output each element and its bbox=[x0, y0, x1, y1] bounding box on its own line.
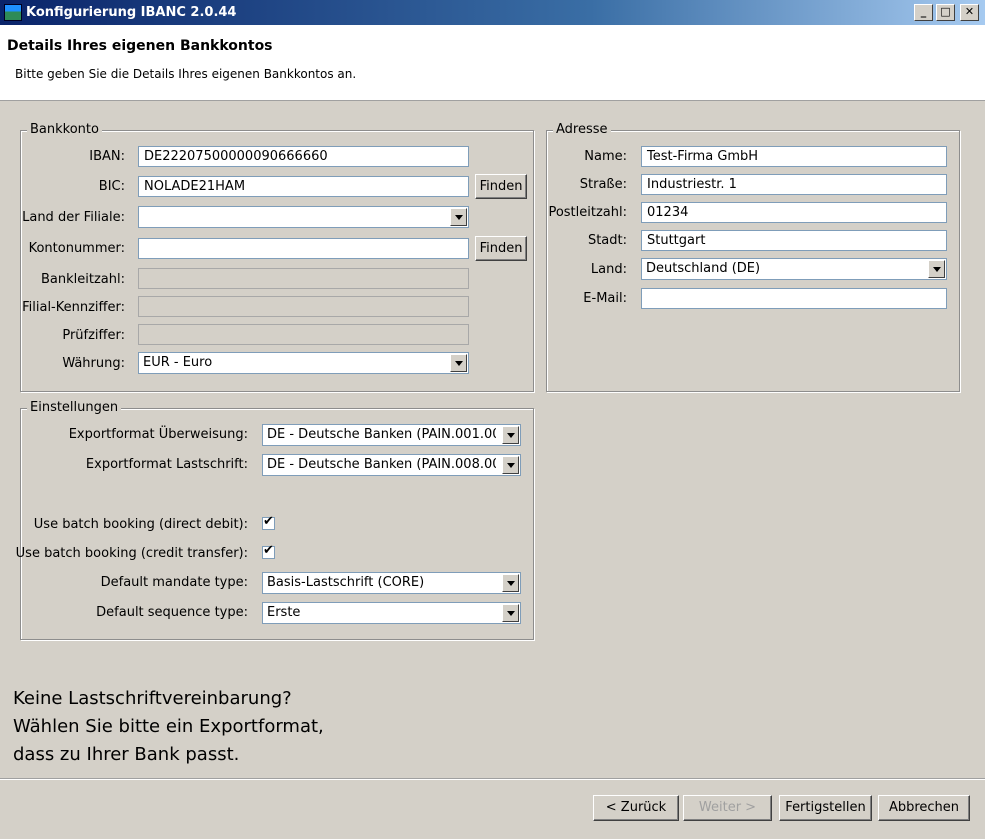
bankkonto-legend: Bankkonto bbox=[27, 122, 102, 137]
postleitzahl-label: Postleitzahl: bbox=[548, 205, 627, 220]
filial-kennziffer-label: Filial-Kennziffer: bbox=[22, 300, 125, 315]
waehrung-select[interactable]: EUR - Euro bbox=[138, 352, 469, 374]
mandate-label: Default mandate type: bbox=[100, 575, 248, 590]
hint-line-1: Keine Lastschriftvereinbarung? bbox=[13, 688, 292, 709]
export-format-hint: Keine Lastschriftvereinbarung? Wählen Si… bbox=[13, 685, 324, 769]
einstellungen-legend: Einstellungen bbox=[27, 400, 122, 415]
export-lastschrift-label: Exportformat Lastschrift: bbox=[85, 457, 248, 472]
chevron-down-icon[interactable] bbox=[450, 208, 467, 226]
export-ueberweisung-label: Exportformat Überweisung: bbox=[68, 427, 248, 442]
sequence-value: Erste bbox=[267, 605, 301, 620]
waehrung-value: EUR - Euro bbox=[143, 355, 213, 370]
export-lastschrift-value: DE - Deutsche Banken (PAIN.008.002.02) bbox=[267, 457, 496, 472]
sequence-select[interactable]: Erste bbox=[262, 602, 521, 624]
email-label: E-Mail: bbox=[583, 291, 627, 306]
checkmark-icon: ✔ bbox=[263, 514, 274, 529]
next-button[interactable]: Weiter > bbox=[683, 795, 772, 821]
bankleitzahl-field bbox=[138, 268, 469, 289]
name-label: Name: bbox=[584, 149, 627, 164]
pruefziffer-label: Prüfziffer: bbox=[62, 328, 125, 343]
iban-field[interactable]: DE22207500000090666660 bbox=[138, 146, 469, 167]
sequence-label: Default sequence type: bbox=[96, 605, 248, 620]
bic-field[interactable]: NOLADE21HAM bbox=[138, 176, 469, 197]
land-filiale-label: Land der Filiale: bbox=[22, 210, 125, 225]
land-filiale-select[interactable] bbox=[138, 206, 469, 228]
window-title: Konfigurierung IBANC 2.0.44 bbox=[26, 5, 237, 20]
hint-line-3: dass zu Ihrer Bank passt. bbox=[13, 744, 240, 765]
mandate-value: Basis-Lastschrift (CORE) bbox=[267, 575, 425, 590]
iban-label: IBAN: bbox=[89, 149, 125, 164]
strasse-label: Straße: bbox=[579, 177, 627, 192]
chevron-down-icon[interactable] bbox=[450, 354, 467, 372]
stadt-field[interactable]: Stuttgart bbox=[641, 230, 947, 251]
email-field[interactable] bbox=[641, 288, 947, 309]
back-button[interactable]: < Zurück bbox=[593, 795, 679, 821]
minimize-button[interactable]: _ bbox=[914, 4, 933, 21]
chevron-down-icon[interactable] bbox=[502, 456, 519, 474]
title-bar: Konfigurierung IBANC 2.0.44 _ □ ✕ bbox=[0, 0, 985, 25]
footer-separator bbox=[0, 778, 985, 780]
pruefziffer-field bbox=[138, 324, 469, 345]
chevron-down-icon[interactable] bbox=[502, 574, 519, 592]
finish-button[interactable]: Fertigstellen bbox=[779, 795, 872, 821]
batch-debit-label: Use batch booking (direct debit): bbox=[33, 517, 248, 532]
mandate-select[interactable]: Basis-Lastschrift (CORE) bbox=[262, 572, 521, 594]
page-title: Details Ihres eigenen Bankkontos bbox=[7, 38, 273, 54]
land-select[interactable]: Deutschland (DE) bbox=[641, 258, 947, 280]
close-button[interactable]: ✕ bbox=[960, 4, 979, 21]
export-ueberweisung-select[interactable]: DE - Deutsche Banken (PAIN.001.002.03) bbox=[262, 424, 521, 446]
batch-credit-label: Use batch booking (credit transfer): bbox=[15, 546, 248, 561]
filial-kennziffer-field bbox=[138, 296, 469, 317]
strasse-field[interactable]: Industriestr. 1 bbox=[641, 174, 947, 195]
chevron-down-icon[interactable] bbox=[502, 604, 519, 622]
kontonummer-label: Kontonummer: bbox=[28, 241, 125, 256]
export-ueberweisung-value: DE - Deutsche Banken (PAIN.001.002.03) bbox=[267, 427, 496, 442]
waehrung-label: Währung: bbox=[62, 356, 125, 371]
page-subtitle: Bitte geben Sie die Details Ihres eigene… bbox=[15, 67, 357, 81]
postleitzahl-field[interactable]: 01234 bbox=[641, 202, 947, 223]
batch-credit-checkbox[interactable]: ✔ bbox=[262, 543, 275, 559]
app-icon bbox=[4, 4, 22, 21]
adresse-legend: Adresse bbox=[553, 122, 611, 137]
bic-label: BIC: bbox=[98, 179, 125, 194]
wizard-header: Details Ihres eigenen Bankkontos Bitte g… bbox=[0, 25, 985, 101]
find-bic-button[interactable]: Finden bbox=[475, 174, 527, 199]
export-lastschrift-select[interactable]: DE - Deutsche Banken (PAIN.008.002.02) bbox=[262, 454, 521, 476]
kontonummer-field[interactable] bbox=[138, 238, 469, 259]
land-label: Land: bbox=[590, 262, 627, 277]
chevron-down-icon[interactable] bbox=[502, 426, 519, 444]
chevron-down-icon[interactable] bbox=[928, 260, 945, 278]
name-field[interactable]: Test-Firma GmbH bbox=[641, 146, 947, 167]
find-kontonummer-button[interactable]: Finden bbox=[475, 236, 527, 261]
maximize-button[interactable]: □ bbox=[936, 4, 955, 21]
land-value: Deutschland (DE) bbox=[646, 261, 761, 276]
batch-debit-checkbox[interactable]: ✔ bbox=[262, 514, 275, 530]
stadt-label: Stadt: bbox=[587, 233, 627, 248]
checkmark-icon: ✔ bbox=[263, 543, 274, 558]
bankleitzahl-label: Bankleitzahl: bbox=[41, 272, 125, 287]
cancel-button[interactable]: Abbrechen bbox=[878, 795, 970, 821]
hint-line-2: Wählen Sie bitte ein Exportformat, bbox=[13, 716, 324, 737]
